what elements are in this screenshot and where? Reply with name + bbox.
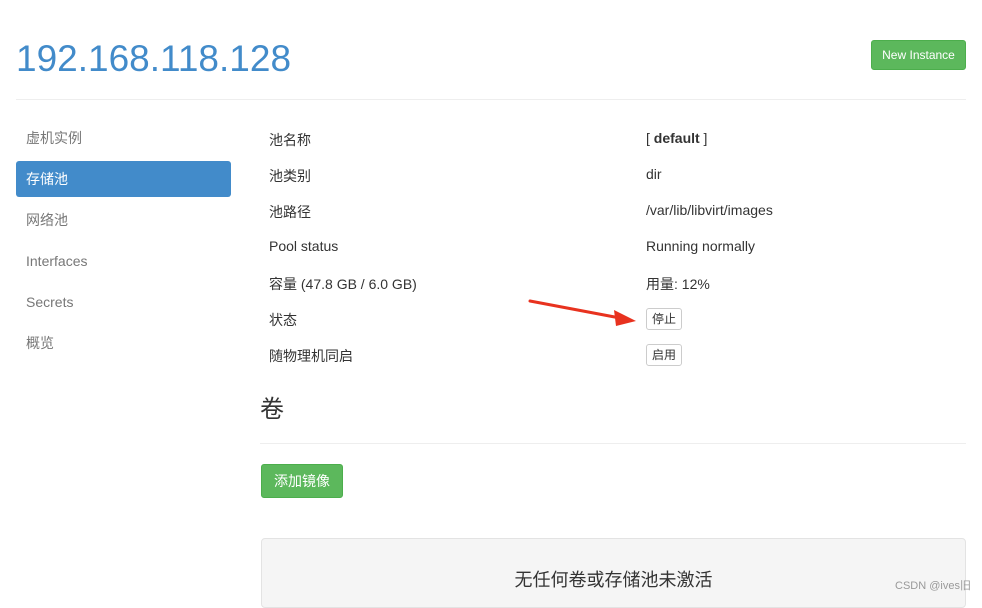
watermark: CSDN @ives旧 <box>895 580 971 592</box>
sidebar-item-instances[interactable]: 虚机实例 <box>16 120 231 156</box>
table-row: 随物理机同启 启用 <box>260 336 966 372</box>
pool-name-text: default <box>653 130 700 146</box>
usage-value: 用量: 12% <box>646 276 710 292</box>
state-label: 状态 <box>269 312 297 328</box>
pool-name-value: [ default ] <box>646 130 707 146</box>
table-row: 池类别 dir <box>260 156 966 192</box>
pool-name-label: 池名称 <box>269 132 311 148</box>
header-divider <box>16 99 966 100</box>
pool-type-label: 池类别 <box>269 168 311 184</box>
sidebar-item-storage[interactable]: 存储池 <box>16 161 231 197</box>
autostart-label: 随物理机同启 <box>269 348 353 364</box>
table-row: 池名称 [ default ] <box>260 120 966 156</box>
add-image-button[interactable]: 添加镜像 <box>261 464 343 498</box>
sidebar-item-interfaces[interactable]: Interfaces <box>16 243 231 279</box>
pool-path-value: /var/lib/libvirt/images <box>646 202 773 218</box>
pool-type-value: dir <box>646 166 662 182</box>
capacity-label: 容量 (47.8 GB / 6.0 GB) <box>269 276 417 292</box>
bracket-close: ] <box>699 130 708 146</box>
sidebar-item-overview[interactable]: 概览 <box>16 325 231 361</box>
new-instance-button[interactable]: New Instance <box>871 40 966 70</box>
bracket-open: [ <box>646 130 654 146</box>
enable-autostart-button[interactable]: 启用 <box>646 344 683 366</box>
page-header: 192.168.118.128 New Instance <box>0 0 982 100</box>
pool-info-table: 池名称 [ default ] 池类别 dir 池路径 /var/lib/lib… <box>260 120 966 372</box>
pool-path-label: 池路径 <box>269 204 311 220</box>
table-row: 容量 (47.8 GB / 6.0 GB) 用量: 12% <box>260 264 966 300</box>
sidebar-item-secrets[interactable]: Secrets <box>16 284 231 320</box>
volumes-title: 卷 <box>260 396 284 423</box>
red-arrow-icon <box>528 299 636 326</box>
empty-message: 无任何卷或存储池未激活 <box>514 570 713 590</box>
pool-status-value: Running normally <box>646 238 755 254</box>
table-row: Pool status Running normally <box>260 228 966 264</box>
sidebar-item-networks[interactable]: 网络池 <box>16 202 231 238</box>
table-row: 池路径 /var/lib/libvirt/images <box>260 192 966 228</box>
sidebar: 虚机实例 存储池 网络池 Interfaces Secrets 概览 <box>16 120 231 366</box>
page-title: 192.168.118.128 <box>16 38 292 79</box>
pool-status-label: Pool status <box>269 238 339 254</box>
stop-pool-button[interactable]: 停止 <box>646 308 683 330</box>
section-divider <box>260 443 966 444</box>
